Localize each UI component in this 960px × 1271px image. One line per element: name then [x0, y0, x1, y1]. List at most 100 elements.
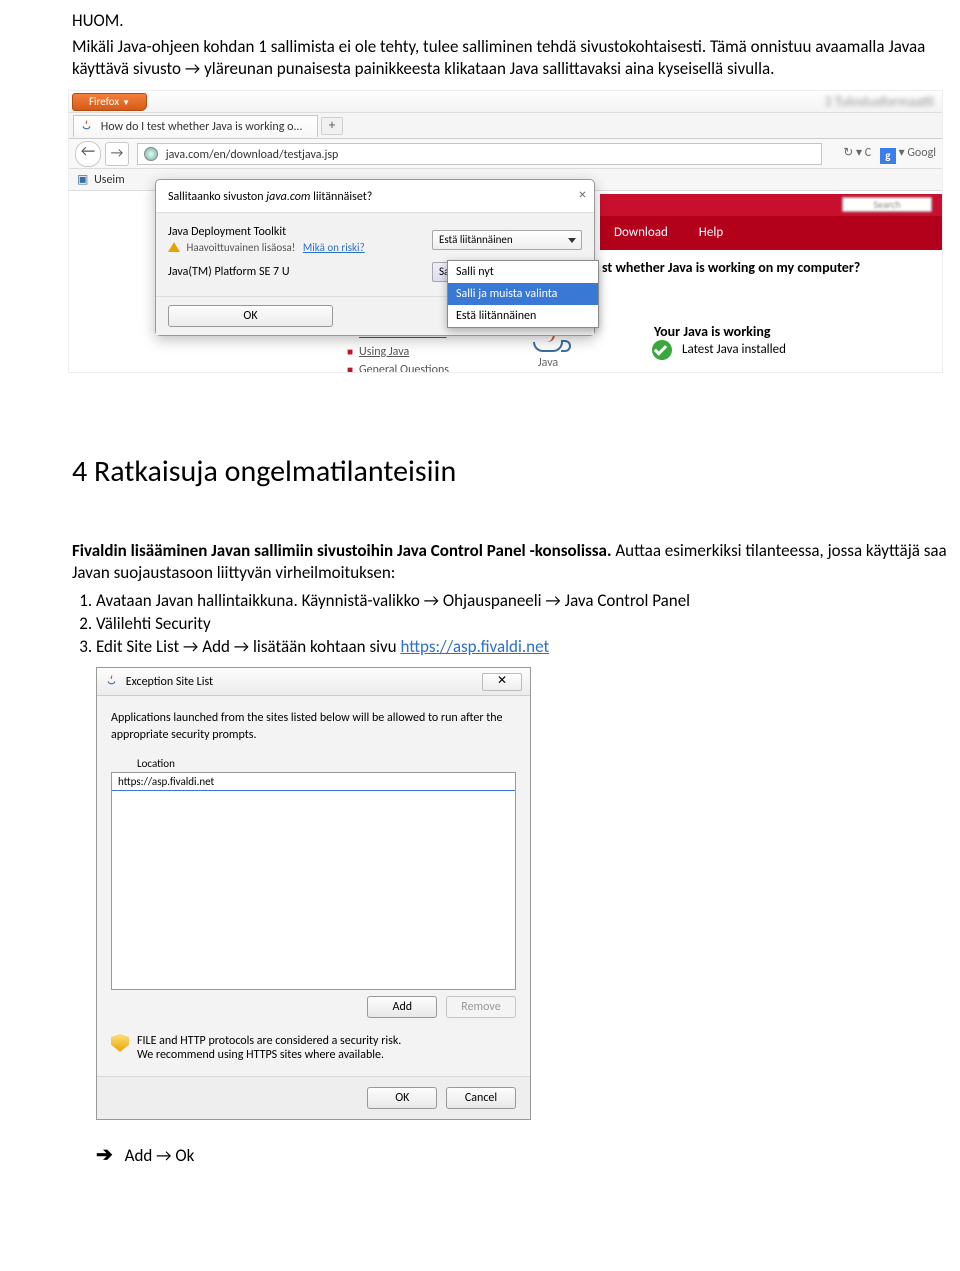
warn-line-2: We recommend using HTTPS sites where ava… — [137, 1048, 384, 1062]
dialog-row-buttons: Add Remove — [111, 996, 516, 1018]
java-favicon-icon — [80, 119, 93, 132]
popup-title-b: liitännäiset? — [310, 190, 372, 204]
list-link-2[interactable]: Using Java — [359, 345, 409, 359]
plugin1-warning: Haavoittuvainen lisäosa! — [187, 241, 296, 254]
dialog-footer: OK Cancel — [97, 1076, 530, 1119]
step1-b: Ohjauspaneeli — [439, 590, 545, 611]
browser-tab[interactable]: How do I test whether Java is working o.… — [73, 115, 318, 137]
site-nav-bar: Download Help — [600, 216, 942, 250]
intro-b: yläreunan punaisesta painikkeesta klikat… — [200, 58, 774, 79]
chevron-down-icon — [568, 238, 576, 243]
dropdown-option-3[interactable]: Estä liitännäinen — [448, 305, 598, 327]
popup-title-a: Sallitaanko sivuston — [168, 190, 266, 204]
section-4-heading: 4 Ratkaisuja ongelmatilanteisiin — [72, 453, 960, 490]
site-search-blur: Search — [842, 197, 932, 212]
chevron-down-icon: ▼ — [122, 98, 130, 108]
address-bar[interactable]: java.com/en/download/testjava.jsp — [137, 143, 822, 165]
step3-b: Add — [198, 636, 233, 657]
back-button[interactable]: ← — [75, 141, 101, 167]
firefox-menu-button[interactable]: Firefox▼ — [72, 93, 147, 111]
location-row[interactable]: https://asp.fivaldi.net — [112, 773, 515, 791]
google-suffix: ▾ Googl — [899, 146, 936, 160]
steps-list: Avataan Javan hallintaikkuna. Käynnistä-… — [96, 590, 960, 657]
site-heading: st whether Java is working on my compute… — [602, 259, 860, 276]
java-working-heading: Your Java is working — [654, 323, 770, 340]
plugin1-select[interactable]: Estä liitännäinen — [432, 230, 582, 250]
select-dropdown-menu: Salli nyt Salli ja muista valinta Estä l… — [447, 260, 599, 328]
sec4-para: Fivaldin lisääminen Javan sallimiin sivu… — [72, 540, 960, 584]
warn-line-1: FILE and HTTP protocols are considered a… — [137, 1034, 401, 1048]
step-3: Edit Site List → Add → lisätään kohtaan … — [96, 636, 960, 657]
popup-close-icon[interactable]: × — [579, 186, 586, 203]
checkmark-icon — [652, 340, 672, 360]
site-nav-download[interactable]: Download — [614, 225, 668, 240]
site-banner-top: Search — [600, 194, 942, 216]
bookmark-folder-icon: ▣ — [77, 173, 88, 187]
add-button[interactable]: Add — [367, 996, 437, 1018]
shield-icon — [111, 1034, 129, 1054]
java-logo: Java — [520, 334, 576, 370]
arrow-icon: → — [545, 590, 560, 611]
tab-strip: How do I test whether Java is working o.… — [69, 113, 942, 139]
plugin2-name: Java(TM) Platform SE 7 U — [168, 265, 290, 279]
firefox-menu-label: Firefox — [89, 95, 119, 108]
list-link-3[interactable]: General Questions — [359, 363, 449, 373]
dialog-titlebar: Exception Site List ✕ — [97, 668, 530, 696]
final-a: Add — [125, 1145, 157, 1166]
exception-site-list-dialog: Exception Site List ✕ Applications launc… — [96, 667, 531, 1119]
final-b: Ok — [172, 1145, 195, 1166]
plugin-row-1: Java Deployment Toolkit Haavoittuvainen … — [168, 221, 582, 258]
address-toolbar: ← → java.com/en/download/testjava.jsp ↻ … — [69, 139, 942, 169]
dialog-title-left: Exception Site List — [105, 674, 213, 689]
plugin1-select-value: Estä liitännäinen — [439, 233, 513, 246]
tab-title: How do I test whether Java is working o.… — [101, 120, 303, 134]
step3-c: lisätään kohtaan sivu — [249, 636, 400, 657]
ok-button[interactable]: OK — [367, 1087, 437, 1109]
risk-link[interactable]: Mikä on riski? — [303, 241, 365, 254]
popup-ok-button[interactable]: OK — [168, 305, 333, 327]
google-search-icon[interactable]: g — [880, 148, 896, 164]
arrow-icon: ➔ — [96, 1143, 113, 1167]
new-tab-button[interactable]: + — [321, 117, 343, 135]
cancel-button[interactable]: Cancel — [446, 1087, 516, 1109]
bookmark-label[interactable]: Useim — [94, 173, 125, 187]
step1-a: Avataan Javan hallintaikkuna. Käynnistä-… — [96, 590, 424, 611]
intro-para: Mikäli Java-ohjeen kohdan 1 sallimista e… — [72, 36, 960, 80]
site-nav-help[interactable]: Help — [699, 225, 723, 240]
step-2: Välilehti Security — [96, 613, 960, 634]
java-working-sub: Latest Java installed — [682, 342, 786, 357]
firefox-screenshot: Firefox▼ 3 Tulostusformaatti How do I te… — [68, 90, 943, 373]
forward-button[interactable]: → — [105, 142, 129, 166]
reload-dropdown-text: ↻ ▾ C — [843, 146, 871, 160]
sec4-bold: Fivaldin lisääminen Javan sallimiin sivu… — [72, 540, 611, 561]
arrow-icon: → — [156, 1145, 171, 1166]
dialog-body: Applications launched from the sites lis… — [97, 696, 530, 1075]
warning-icon — [168, 242, 180, 252]
url-text: java.com/en/download/testjava.jsp — [166, 148, 339, 162]
java-favicon-icon — [105, 674, 118, 687]
huom: HUOM. — [72, 10, 960, 32]
arrow-icon: → — [424, 590, 439, 611]
location-header: Location — [111, 757, 516, 772]
dialog-warning-text: FILE and HTTP protocols are considered a… — [137, 1034, 401, 1062]
dropdown-option-2[interactable]: Salli ja muista valinta — [448, 283, 598, 305]
blurred-heading: 3 Tulostusformaatti — [824, 93, 934, 110]
step-1: Avataan Javan hallintaikkuna. Käynnistä-… — [96, 590, 960, 611]
final-line: ➔ Add → Ok — [96, 1142, 960, 1167]
java-logo-text: Java — [520, 356, 576, 370]
popup-title-site: java.com — [266, 190, 310, 204]
addr-right-controls[interactable]: ↻ ▾ C g ▾ Googl — [843, 145, 936, 164]
dialog-close-button[interactable]: ✕ — [482, 673, 522, 691]
dialog-description: Applications launched from the sites lis… — [111, 710, 516, 742]
step3-a: Edit Site List — [96, 636, 183, 657]
globe-icon — [144, 147, 158, 161]
dialog-warning: FILE and HTTP protocols are considered a… — [111, 1034, 516, 1062]
arrow-icon: → — [234, 636, 249, 657]
popup-title: Sallitaanko sivuston java.com liitännäis… — [156, 180, 594, 212]
window-chrome: Firefox▼ 3 Tulostusformaatti — [69, 91, 942, 113]
site-link[interactable]: https://asp.fivaldi.net — [400, 636, 549, 657]
location-table: https://asp.fivaldi.net — [111, 772, 516, 990]
dropdown-option-1[interactable]: Salli nyt — [448, 261, 598, 283]
arrow-icon: → — [183, 636, 198, 657]
step1-c: Java Control Panel — [561, 590, 690, 611]
